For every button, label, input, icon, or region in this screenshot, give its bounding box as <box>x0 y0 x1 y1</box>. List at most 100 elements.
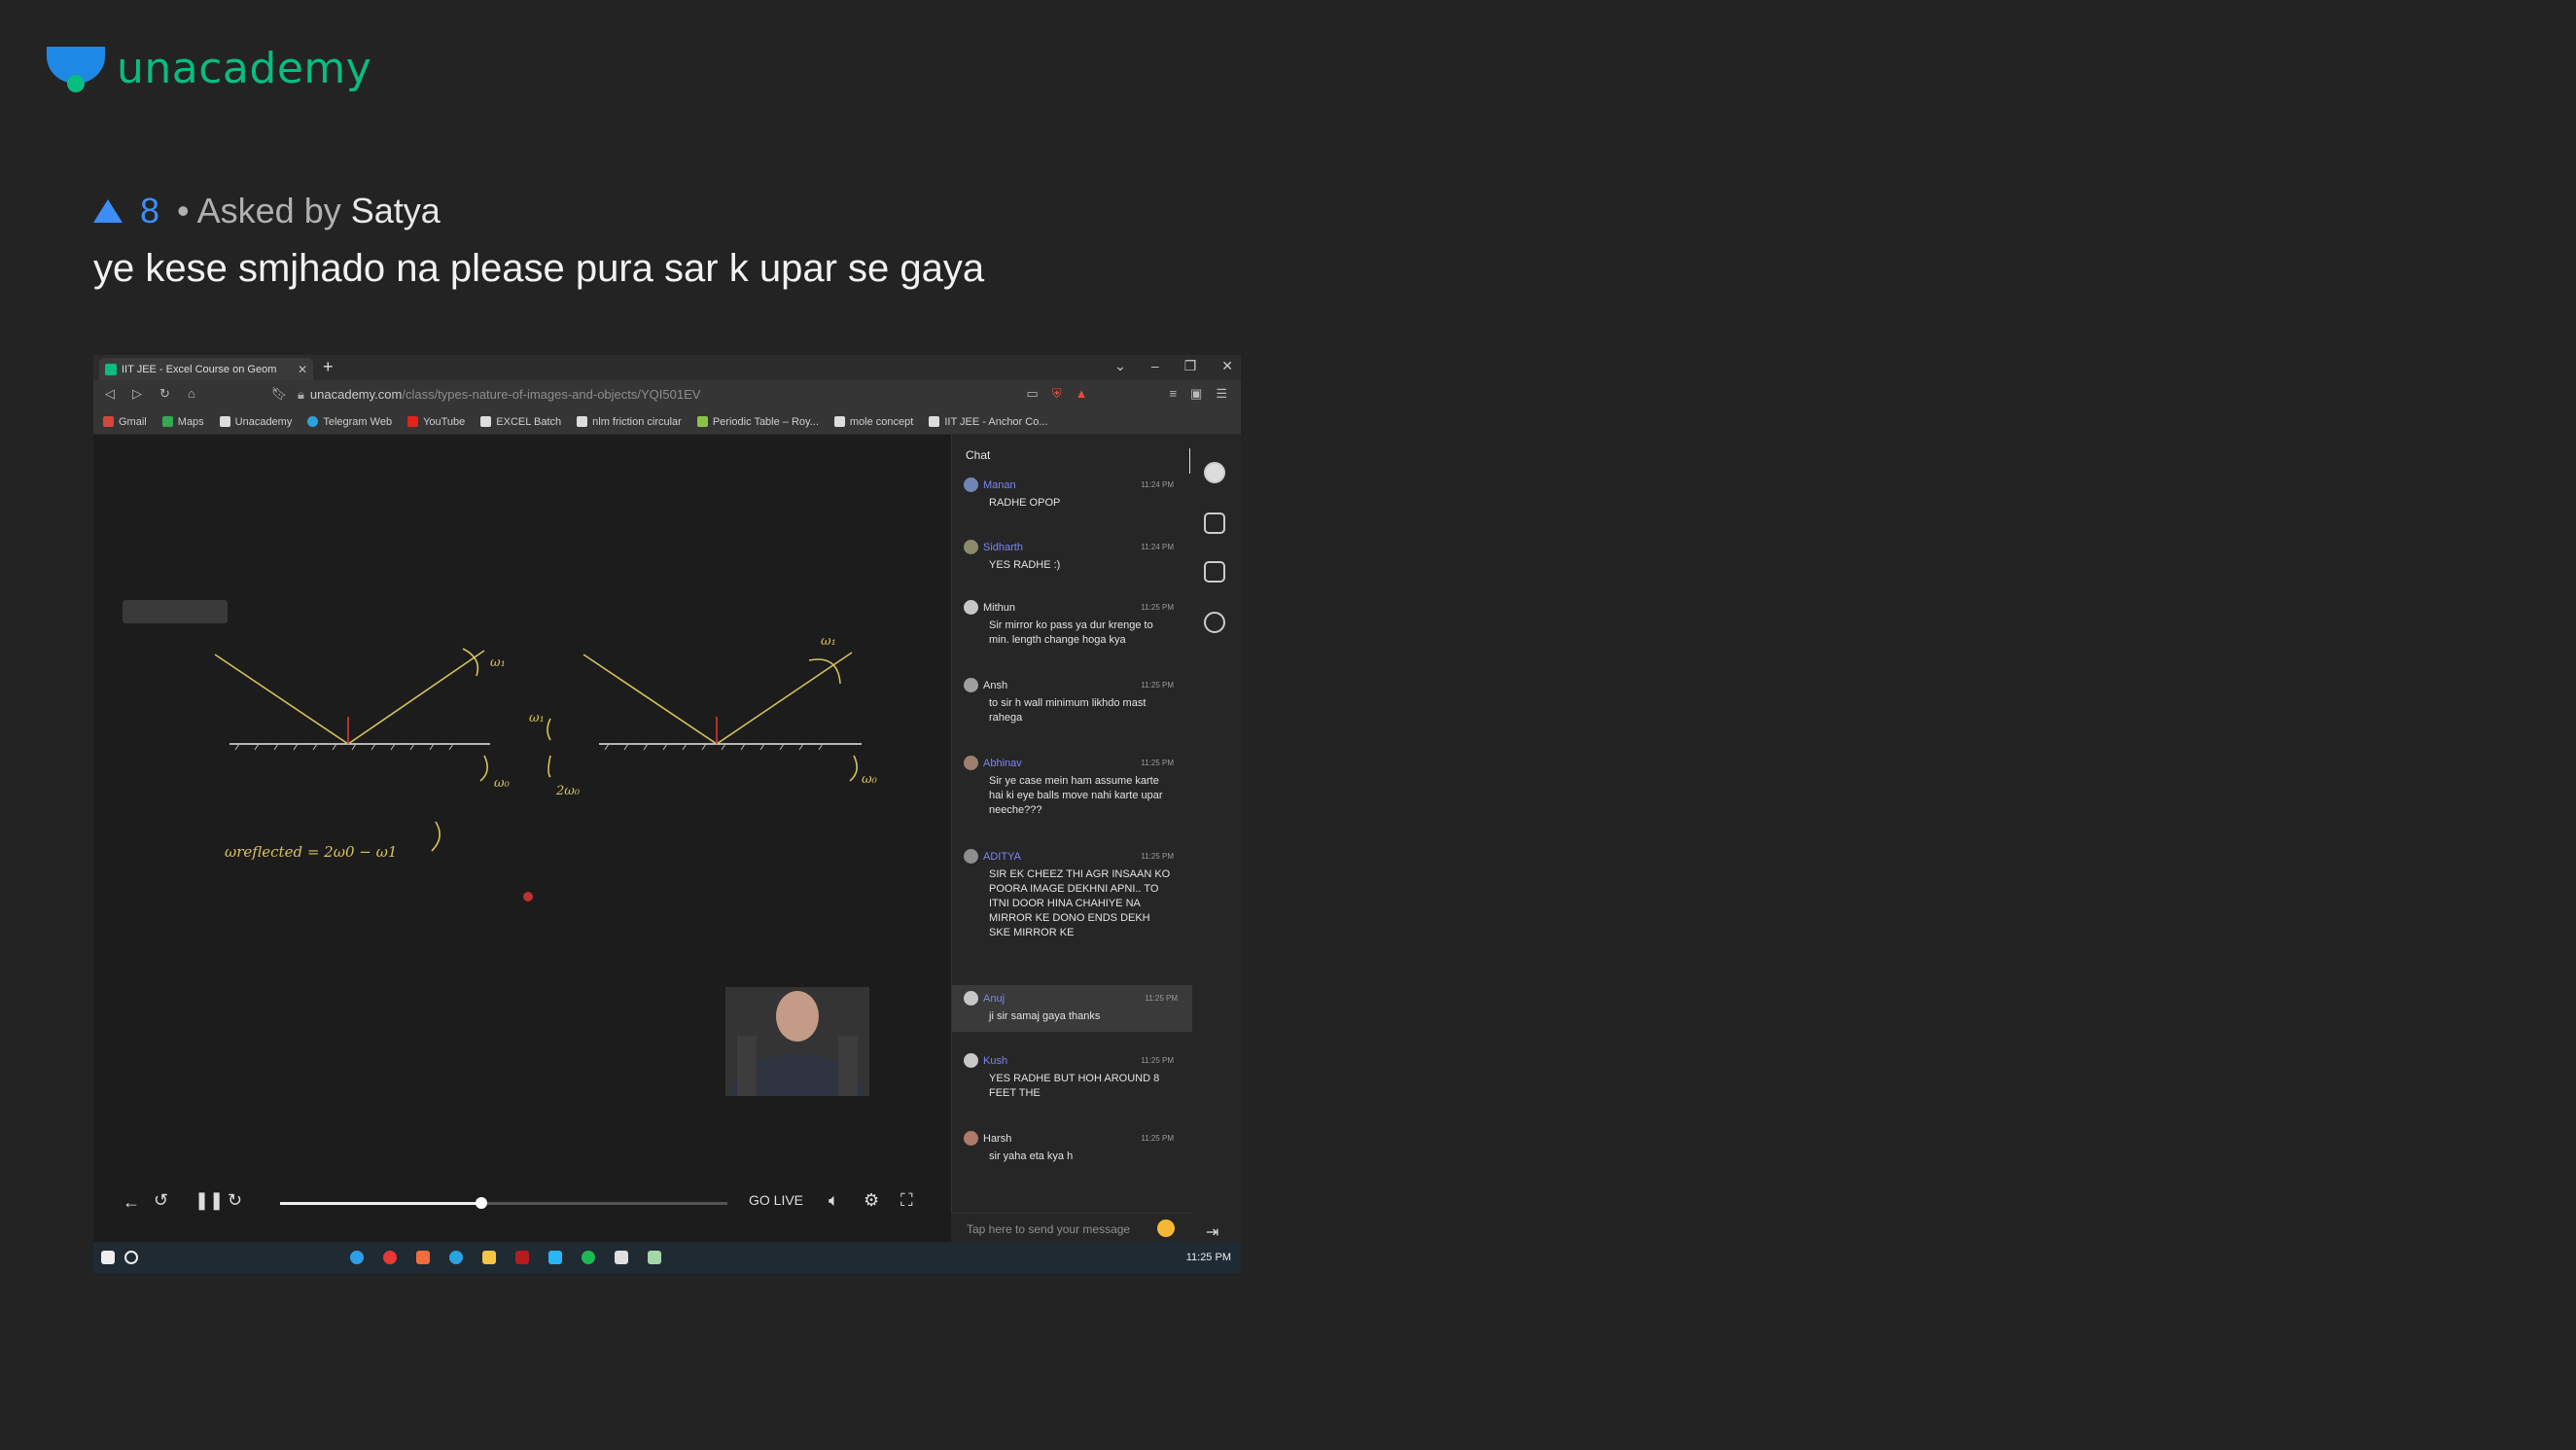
tab-close-icon[interactable]: ✕ <box>298 363 307 376</box>
chevron-down-icon[interactable]: ⌄ <box>1114 358 1126 374</box>
fullscreen-icon[interactable]: ⛶ <box>900 1190 913 1211</box>
chat-message-text: Sir ye case mein ham assume karte hai ki… <box>989 775 1163 816</box>
brave-rewards-icon[interactable]: ▲ <box>1076 386 1088 402</box>
chat-message[interactable]: Ansh 11:25 PM to sir h wall minimum likhdo… <box>964 678 1189 725</box>
rewind-10-icon[interactable]: ↺ <box>154 1190 168 1211</box>
cast-icon[interactable]: ▭ <box>1027 386 1039 402</box>
chat-message[interactable]: Harsh 11:25 PM sir yaha eta kya h <box>964 1131 1189 1164</box>
brave-shield-icon[interactable]: ⛨ <box>1052 386 1062 402</box>
class-video[interactable]: ω₁ ω₁ ω₀ 2ω₀ ω₁ ω₀ ωreflected = 2ω0 − ω1 <box>93 435 951 1213</box>
pause-icon[interactable]: ❚❚ <box>194 1190 224 1211</box>
url-host: unacademy.com <box>309 387 403 402</box>
home-icon[interactable]: ⌂ <box>188 386 195 402</box>
chat-input-placeholder: Tap here to send your message <box>967 1222 1131 1236</box>
brave-icon[interactable] <box>416 1251 430 1264</box>
avatar <box>964 540 978 554</box>
chat-message-author: Manan <box>983 478 1016 491</box>
chat-message[interactable]: Manan 11:24 PM RADHE OPOP <box>964 477 1189 511</box>
periodic-table-icon <box>696 416 708 427</box>
chat-message[interactable]: Anuj 11:25 PM ji sir samaj gaya thanks <box>952 985 1193 1032</box>
bookmark-icon[interactable]: 🔖︎ <box>271 386 288 402</box>
windows-start-icon[interactable] <box>101 1251 115 1264</box>
restore-icon[interactable]: ❐ <box>1184 358 1197 374</box>
address-bar-row: ◁ ▷ ↻ ⌂ 🔖︎ 🔒︎ unacademy.com/class/types-n… <box>93 380 1241 409</box>
reload-icon[interactable]: ↻ <box>159 386 170 402</box>
unacademy-icon <box>219 416 230 427</box>
unacademy-icon <box>929 416 940 427</box>
minimize-icon[interactable]: – <box>1151 358 1159 374</box>
tutor-webcam <box>725 987 869 1096</box>
app-icon[interactable] <box>615 1251 628 1264</box>
chat-message[interactable]: Mithun 11:25 PM Sir mirror ko pass ya dur … <box>964 600 1189 648</box>
chat-message[interactable]: ADITYA 11:25 PM SIR EK CHEEZ THI AGR INSAA… <box>964 849 1189 940</box>
chat-message-time: 11:25 PM <box>1141 1056 1174 1065</box>
hand-icon[interactable] <box>1204 612 1225 633</box>
progress-knob[interactable] <box>476 1197 487 1209</box>
upvote-icon[interactable] <box>93 199 123 223</box>
svg-text:ω₁: ω₁ <box>821 634 836 649</box>
chat-message-time: 11:24 PM <box>1141 543 1174 551</box>
menu-icon[interactable]: ☰ <box>1216 386 1227 402</box>
spotify-icon[interactable] <box>582 1251 595 1264</box>
brand[interactable]: unacademy <box>45 43 371 93</box>
pdf-icon[interactable] <box>515 1251 529 1264</box>
bookmark-item[interactable]: IIT JEE - Anchor Co... <box>929 416 1048 428</box>
wallet-icon[interactable]: ▣ <box>1190 386 1202 402</box>
mail-icon[interactable] <box>548 1251 562 1264</box>
raise-hand-icon[interactable] <box>1157 1220 1175 1237</box>
chat-message[interactable]: Kush 11:25 PM YES RADHE BUT HOH AROUND 8 F… <box>964 1053 1189 1101</box>
settings-icon[interactable]: ⚙ <box>864 1190 879 1211</box>
chat-message[interactable]: Abhinav 11:25 PM Sir ye case mein ham assu… <box>964 756 1189 818</box>
bookmark-item[interactable]: nlm friction circular <box>577 416 682 428</box>
chat-message-header: Sidharth 11:24 PM <box>964 540 1189 554</box>
bookmark-item[interactable]: Maps <box>161 416 204 428</box>
go-live-button[interactable]: GO LIVE <box>749 1192 803 1208</box>
forward-10-icon[interactable]: ↻ <box>228 1190 242 1211</box>
back-icon[interactable]: ◁ <box>105 386 115 402</box>
url-field[interactable]: 🔒︎ unacademy.com/class/types-nature-of-im… <box>298 387 700 403</box>
avatar <box>964 849 978 864</box>
unacademy-icon <box>833 416 845 427</box>
back-arrow-icon[interactable]: ← <box>123 1192 140 1213</box>
chat-message-time: 11:25 PM <box>1141 759 1174 767</box>
bookmark-item[interactable]: EXCEL Batch <box>480 416 561 428</box>
volume-icon[interactable]: 🔈︎ <box>829 1190 839 1211</box>
chat-icon[interactable] <box>1204 462 1225 483</box>
bookmark-item[interactable]: Unacademy <box>219 416 292 428</box>
bookmark-item[interactable]: Telegram Web <box>307 416 392 428</box>
chat-message-time: 11:24 PM <box>1141 480 1174 489</box>
attached-screenshot[interactable]: IIT JEE - Excel Course on Geom ✕ + ⌄ – ❐… <box>93 355 1241 1273</box>
svg-text:ω₁: ω₁ <box>490 655 506 670</box>
notes-app-icon[interactable] <box>648 1251 661 1264</box>
tutor-video-frame <box>725 987 869 1096</box>
bookmark-item[interactable]: Gmail <box>103 416 147 428</box>
browser-tab[interactable]: IIT JEE - Excel Course on Geom ✕ <box>99 358 313 380</box>
telegram-icon[interactable] <box>449 1251 463 1264</box>
new-tab-icon[interactable]: + <box>323 357 334 377</box>
chat-message-author: Abhinav <box>983 757 1022 769</box>
search-icon[interactable] <box>124 1251 138 1264</box>
red-app-icon[interactable] <box>383 1251 397 1264</box>
progress-bar[interactable] <box>280 1197 727 1209</box>
bookmark-item[interactable]: YouTube <box>407 416 465 428</box>
bookmark-item[interactable]: mole concept <box>833 416 913 428</box>
forward-icon[interactable]: ▷ <box>132 386 142 402</box>
notes-icon[interactable] <box>1204 561 1225 583</box>
side-rail: ⇥ <box>1192 435 1241 1242</box>
upvote-count: 8 <box>140 191 160 230</box>
chat-message-time: 11:25 PM <box>1141 603 1174 612</box>
edge-icon[interactable] <box>350 1251 364 1264</box>
chat-message-time: 11:25 PM <box>1141 852 1174 861</box>
question-icon[interactable] <box>1204 513 1225 534</box>
chat-message-header: Abhinav 11:25 PM <box>964 756 1189 770</box>
folder-icon[interactable] <box>482 1251 496 1264</box>
lock-icon: 🔒︎ <box>298 387 304 402</box>
close-icon[interactable]: ✕ <box>1221 358 1233 374</box>
exit-icon[interactable]: ⇥ <box>1206 1222 1218 1242</box>
chat-input[interactable]: Tap here to send your message <box>951 1213 1192 1242</box>
playlist-icon[interactable]: ≡ <box>1169 386 1177 402</box>
chat-message[interactable]: Sidharth 11:24 PM YES RADHE :) <box>964 540 1189 573</box>
bookmark-item[interactable]: Periodic Table – Roy... <box>696 416 819 428</box>
youtube-icon <box>407 416 419 427</box>
whiteboard-equation: ωreflected = 2ω0 − ω1 <box>225 843 397 861</box>
